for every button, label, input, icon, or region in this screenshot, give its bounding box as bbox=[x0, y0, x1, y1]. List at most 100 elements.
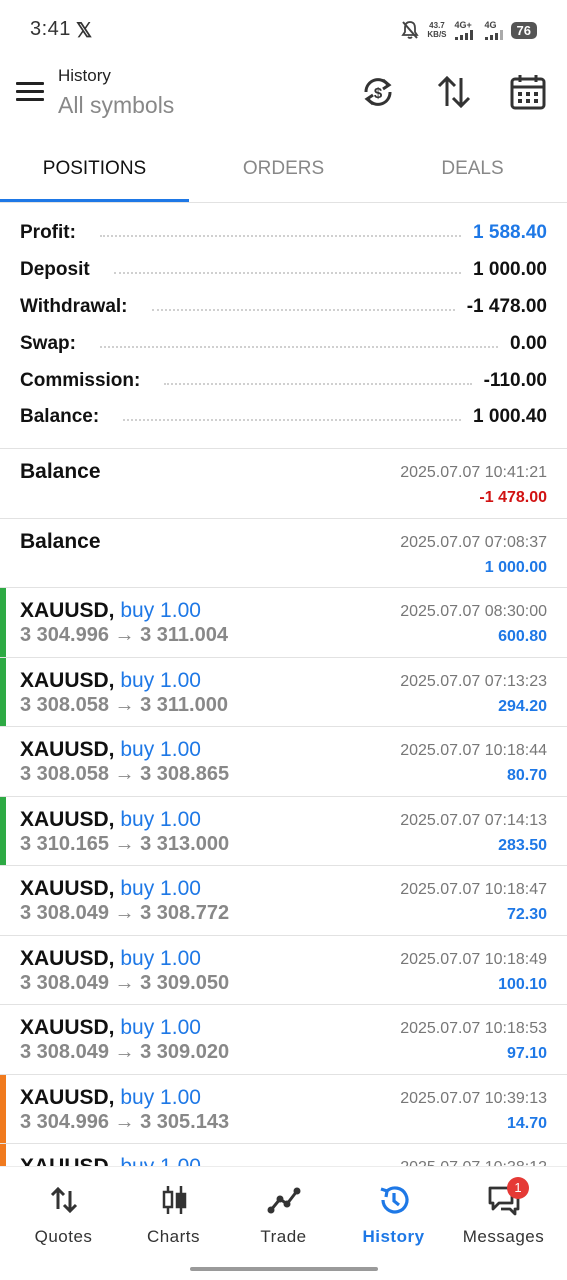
summary-row: Balance: 1 000.40 bbox=[0, 399, 567, 436]
symbol-name: XAUUSD, bbox=[20, 1155, 115, 1166]
row-title: XAUUSD, buy 1.00 bbox=[20, 669, 201, 693]
tab-deals[interactable]: DEALS bbox=[378, 140, 567, 200]
price-range: 3 308.058 → 3 308.865 bbox=[20, 763, 230, 785]
signal-bars-icon bbox=[484, 29, 503, 40]
battery-icon: 76 bbox=[510, 21, 537, 39]
svg-text:$: $ bbox=[374, 85, 383, 102]
bottom-navigation: Quotes Charts Trade History 1 Messages bbox=[0, 1166, 567, 1280]
row-title: Balance bbox=[20, 460, 101, 484]
nav-charts[interactable]: Charts bbox=[117, 1183, 230, 1247]
timestamp: 2025.07.07 10:18:53 bbox=[400, 1020, 547, 1037]
trade-type: buy 1.00 bbox=[120, 877, 201, 900]
trade-type: buy 1.00 bbox=[120, 1085, 201, 1109]
summary-row: Commission: -110.00 bbox=[0, 362, 567, 399]
candlestick-icon bbox=[162, 1186, 186, 1214]
balance-row[interactable]: Balance 2025.07.07 10:41:21 -1 478.00 bbox=[0, 449, 567, 519]
trade-type: buy 1.00 bbox=[120, 807, 201, 831]
symbol-name: XAUUSD, bbox=[20, 599, 115, 622]
position-row[interactable]: XAUUSD, buy 1.00 2025.07.07 10:38:12 bbox=[0, 1144, 567, 1166]
positions-list[interactable]: Balance 2025.07.07 10:41:21 -1 478.00 Balan… bbox=[0, 448, 567, 1166]
summary-value: 1 588.40 bbox=[473, 222, 547, 244]
summary-label: Commission: bbox=[20, 369, 141, 391]
history-clock-icon bbox=[379, 1186, 409, 1214]
status-bar-indicator bbox=[0, 657, 6, 726]
summary-panel: Profit: 1 588.40 Deposit 1 000.00 Withdrawal… bbox=[0, 215, 567, 436]
profit-value: 72.30 bbox=[506, 906, 547, 923]
signal-2: 4G bbox=[484, 20, 503, 40]
trade-type: buy 1.00 bbox=[120, 738, 201, 761]
profit-value: 80.70 bbox=[506, 767, 547, 784]
timestamp: 2025.07.07 08:30:00 bbox=[400, 603, 547, 620]
symbol-name: XAUUSD, bbox=[20, 1016, 115, 1039]
row-title: Balance bbox=[20, 530, 101, 554]
profit-value: 600.80 bbox=[498, 628, 547, 645]
trade-type: buy 1.00 bbox=[120, 599, 201, 622]
symbol-name: XAUUSD, bbox=[20, 946, 115, 970]
status-bar-indicator bbox=[0, 1144, 6, 1166]
position-row[interactable]: XAUUSD, buy 1.00 3 308.058 → 3 308.865 202… bbox=[0, 727, 567, 797]
balance-row[interactable]: Balance 2025.07.07 07:08:37 1 000.00 bbox=[0, 519, 567, 588]
position-row[interactable]: XAUUSD, buy 1.00 3 308.049 → 3 309.050 202… bbox=[0, 936, 567, 1005]
symbol-name: XAUUSD, bbox=[20, 738, 115, 761]
active-tab-indicator bbox=[0, 199, 189, 202]
timestamp: 2025.07.07 10:41:21 bbox=[400, 464, 547, 481]
profit-value: 294.20 bbox=[498, 697, 547, 715]
position-row[interactable]: XAUUSD, buy 1.00 3 308.049 → 3 309.020 202… bbox=[0, 1005, 567, 1075]
profit-value: 1 000.00 bbox=[484, 558, 547, 576]
sort-icon[interactable] bbox=[434, 72, 474, 112]
currency-exchange-icon[interactable]: $ bbox=[358, 72, 398, 112]
row-title: XAUUSD, buy 1.00 bbox=[20, 599, 201, 623]
price-range: 3 310.165 → 3 313.000 bbox=[20, 832, 230, 855]
timestamp: 2025.07.07 07:13:23 bbox=[400, 672, 547, 690]
position-row[interactable]: XAUUSD, buy 1.00 3 308.049 → 3 308.772 202… bbox=[0, 866, 567, 936]
home-indicator[interactable] bbox=[190, 1267, 378, 1271]
price-range: 3 304.996 → 3 305.143 bbox=[20, 1110, 230, 1133]
price-range: 3 308.058 → 3 311.000 bbox=[20, 693, 228, 716]
signal-1: 4G+ bbox=[454, 20, 477, 40]
tab-orders[interactable]: ORDERS bbox=[189, 140, 378, 200]
summary-row: Deposit 1 000.00 bbox=[0, 252, 567, 289]
timestamp: 2025.07.07 07:14:13 bbox=[400, 811, 547, 829]
trade-type: buy 1.00 bbox=[120, 668, 201, 692]
nav-history[interactable]: History bbox=[337, 1183, 450, 1247]
x-app-icon: 𝕏 bbox=[76, 20, 93, 42]
app-header: History All symbols $ bbox=[0, 60, 567, 132]
summary-label: Balance: bbox=[20, 406, 100, 428]
status-time: 3:41 bbox=[30, 18, 71, 40]
row-title: XAUUSD, buy 1.00 bbox=[20, 947, 201, 971]
menu-icon[interactable] bbox=[16, 82, 44, 104]
row-title: XAUUSD, buy 1.00 bbox=[20, 738, 201, 762]
profit-value: 97.10 bbox=[506, 1045, 547, 1062]
tab-positions[interactable]: POSITIONS bbox=[0, 140, 189, 200]
nav-messages[interactable]: 1 Messages bbox=[447, 1177, 560, 1247]
signal-bars-icon bbox=[454, 29, 473, 40]
symbol-name: XAUUSD, bbox=[20, 807, 115, 831]
symbol-name: Balance bbox=[20, 460, 101, 483]
summary-value: 0.00 bbox=[510, 332, 547, 354]
summary-value: -110.00 bbox=[483, 369, 547, 391]
timestamp: 2025.07.07 10:39:13 bbox=[400, 1089, 547, 1107]
symbol-name: XAUUSD, bbox=[20, 1085, 115, 1109]
profit-value: 283.50 bbox=[498, 836, 547, 854]
symbol-filter[interactable]: All symbols bbox=[58, 92, 174, 119]
position-row[interactable]: XAUUSD, buy 1.00 3 308.058 → 3 311.000 202… bbox=[0, 657, 567, 727]
position-row[interactable]: XAUUSD, buy 1.00 3 304.996 → 3 305.143 202… bbox=[0, 1074, 567, 1144]
summary-label: Profit: bbox=[20, 222, 76, 244]
timestamp: 2025.07.07 10:18:47 bbox=[400, 881, 547, 898]
summary-value: 1 000.00 bbox=[473, 259, 547, 281]
dotted-leader bbox=[99, 235, 462, 238]
nav-label: History bbox=[362, 1227, 425, 1246]
position-row[interactable]: XAUUSD, buy 1.00 3 304.996 → 3 311.004 202… bbox=[0, 588, 567, 658]
symbol-name: XAUUSD, bbox=[20, 877, 115, 900]
nav-quotes[interactable]: Quotes bbox=[7, 1183, 120, 1247]
unread-badge: 1 bbox=[507, 1177, 529, 1199]
calendar-icon[interactable] bbox=[508, 72, 548, 112]
status-bar-indicator bbox=[0, 588, 6, 657]
row-title: XAUUSD, buy 1.00 bbox=[20, 1155, 201, 1166]
summary-label: Deposit bbox=[20, 259, 90, 281]
nav-trade[interactable]: Trade bbox=[227, 1183, 340, 1247]
price-range: 3 304.996 → 3 311.004 bbox=[20, 624, 228, 646]
history-tabs: POSITIONS ORDERS DEALS bbox=[0, 140, 567, 203]
position-row[interactable]: XAUUSD, buy 1.00 3 310.165 → 3 313.000 202… bbox=[0, 796, 567, 866]
profit-value: 14.70 bbox=[506, 1114, 547, 1132]
